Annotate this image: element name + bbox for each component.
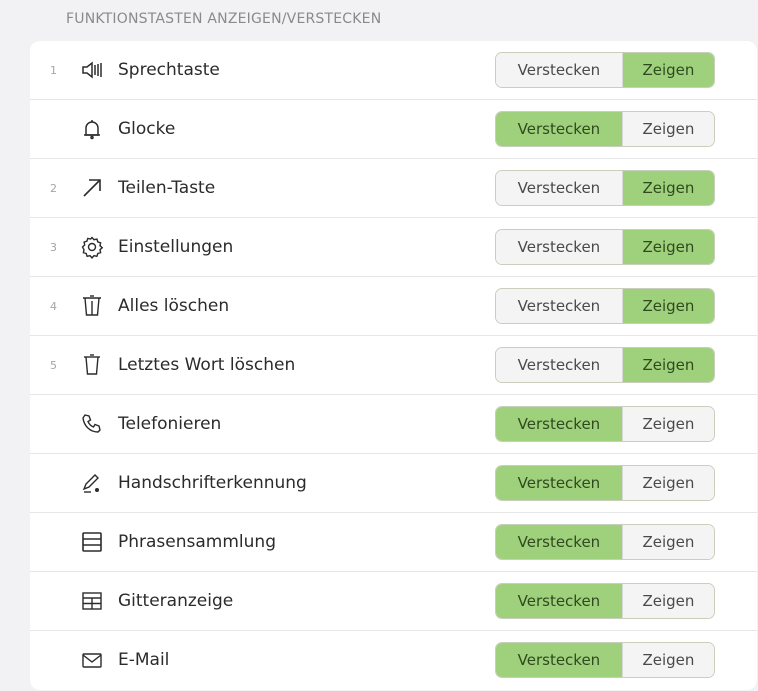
row-index: 5 bbox=[50, 359, 57, 372]
visibility-toggle: Verstecken Zeigen bbox=[495, 229, 715, 265]
list-item: Glocke Verstecken Zeigen bbox=[30, 100, 757, 159]
show-button[interactable]: Zeigen bbox=[621, 171, 714, 205]
row-label: Alles löschen bbox=[118, 296, 230, 316]
section-title: FUNKTIONSTASTEN ANZEIGEN/VERSTECKEN bbox=[66, 11, 382, 27]
hide-button[interactable]: Verstecken bbox=[496, 348, 622, 382]
row-label: Handschrifterkennung bbox=[118, 473, 307, 493]
handwriting-icon bbox=[80, 471, 104, 495]
visibility-toggle: Verstecken Zeigen bbox=[495, 642, 715, 678]
show-button[interactable]: Zeigen bbox=[621, 112, 714, 146]
list-item: 5 Letztes Wort löschen Verstecken Zeigen bbox=[30, 336, 757, 395]
row-index: 1 bbox=[50, 64, 57, 77]
row-index: 3 bbox=[50, 241, 57, 254]
visibility-toggle: Verstecken Zeigen bbox=[495, 583, 715, 619]
list-item: E-Mail Verstecken Zeigen bbox=[30, 631, 757, 690]
visibility-toggle: Verstecken Zeigen bbox=[495, 465, 715, 501]
visibility-toggle: Verstecken Zeigen bbox=[495, 170, 715, 206]
visibility-toggle: Verstecken Zeigen bbox=[495, 111, 715, 147]
show-button[interactable]: Zeigen bbox=[621, 584, 714, 618]
hide-button[interactable]: Verstecken bbox=[496, 466, 622, 500]
hide-button[interactable]: Verstecken bbox=[496, 53, 622, 87]
mail-icon bbox=[80, 648, 104, 672]
hide-button[interactable]: Verstecken bbox=[496, 230, 622, 264]
hide-button[interactable]: Verstecken bbox=[496, 171, 622, 205]
visibility-toggle: Verstecken Zeigen bbox=[495, 288, 715, 324]
bell-icon bbox=[80, 117, 104, 141]
trash-icon bbox=[80, 353, 104, 377]
hide-button[interactable]: Verstecken bbox=[496, 525, 622, 559]
show-button[interactable]: Zeigen bbox=[621, 643, 714, 677]
row-index: 2 bbox=[50, 182, 57, 195]
list-item: 4 Alles löschen Verstecken Zeigen bbox=[30, 277, 757, 336]
visibility-toggle: Verstecken Zeigen bbox=[495, 406, 715, 442]
row-label: Teilen-Taste bbox=[118, 178, 216, 198]
show-button[interactable]: Zeigen bbox=[621, 230, 714, 264]
show-button[interactable]: Zeigen bbox=[621, 407, 714, 441]
row-label: Letztes Wort löschen bbox=[118, 355, 296, 375]
show-button[interactable]: Zeigen bbox=[621, 525, 714, 559]
list-item: 1 Sprechtaste Verstecken Zeigen bbox=[30, 41, 757, 100]
row-label: Phrasensammlung bbox=[118, 532, 276, 552]
list-item: Phrasensammlung Verstecken Zeigen bbox=[30, 513, 757, 572]
list-item: Handschrifterkennung Verstecken Zeigen bbox=[30, 454, 757, 513]
hide-button[interactable]: Verstecken bbox=[496, 289, 622, 323]
list-item: 2 Teilen-Taste Verstecken Zeigen bbox=[30, 159, 757, 218]
visibility-toggle: Verstecken Zeigen bbox=[495, 347, 715, 383]
visibility-toggle: Verstecken Zeigen bbox=[495, 524, 715, 560]
visibility-toggle: Verstecken Zeigen bbox=[495, 52, 715, 88]
hide-button[interactable]: Verstecken bbox=[496, 407, 622, 441]
show-button[interactable]: Zeigen bbox=[621, 348, 714, 382]
phone-icon bbox=[80, 412, 104, 436]
row-label: E-Mail bbox=[118, 650, 170, 670]
trash-double-icon bbox=[80, 294, 104, 318]
speaker-icon bbox=[80, 58, 104, 82]
row-index: 4 bbox=[50, 300, 57, 313]
row-label: Gitteranzeige bbox=[118, 591, 234, 611]
row-label: Einstellungen bbox=[118, 237, 234, 257]
share-arrow-icon bbox=[80, 176, 104, 200]
phrase-collection-icon bbox=[80, 530, 104, 554]
list-item: 3 Einstellungen Verstecken Zeigen bbox=[30, 218, 757, 277]
row-label: Telefonieren bbox=[118, 414, 222, 434]
hide-button[interactable]: Verstecken bbox=[496, 584, 622, 618]
show-button[interactable]: Zeigen bbox=[621, 53, 714, 87]
grid-icon bbox=[80, 589, 104, 613]
row-label: Sprechtaste bbox=[118, 60, 220, 80]
list-item: Gitteranzeige Verstecken Zeigen bbox=[30, 572, 757, 631]
hide-button[interactable]: Verstecken bbox=[496, 112, 622, 146]
show-button[interactable]: Zeigen bbox=[621, 466, 714, 500]
function-keys-list: 1 Sprechtaste Verstecken Zeigen Glocke V… bbox=[30, 41, 757, 690]
show-button[interactable]: Zeigen bbox=[621, 289, 714, 323]
row-label: Glocke bbox=[118, 119, 176, 139]
list-item: Telefonieren Verstecken Zeigen bbox=[30, 395, 757, 454]
hide-button[interactable]: Verstecken bbox=[496, 643, 622, 677]
gear-icon bbox=[80, 235, 104, 259]
